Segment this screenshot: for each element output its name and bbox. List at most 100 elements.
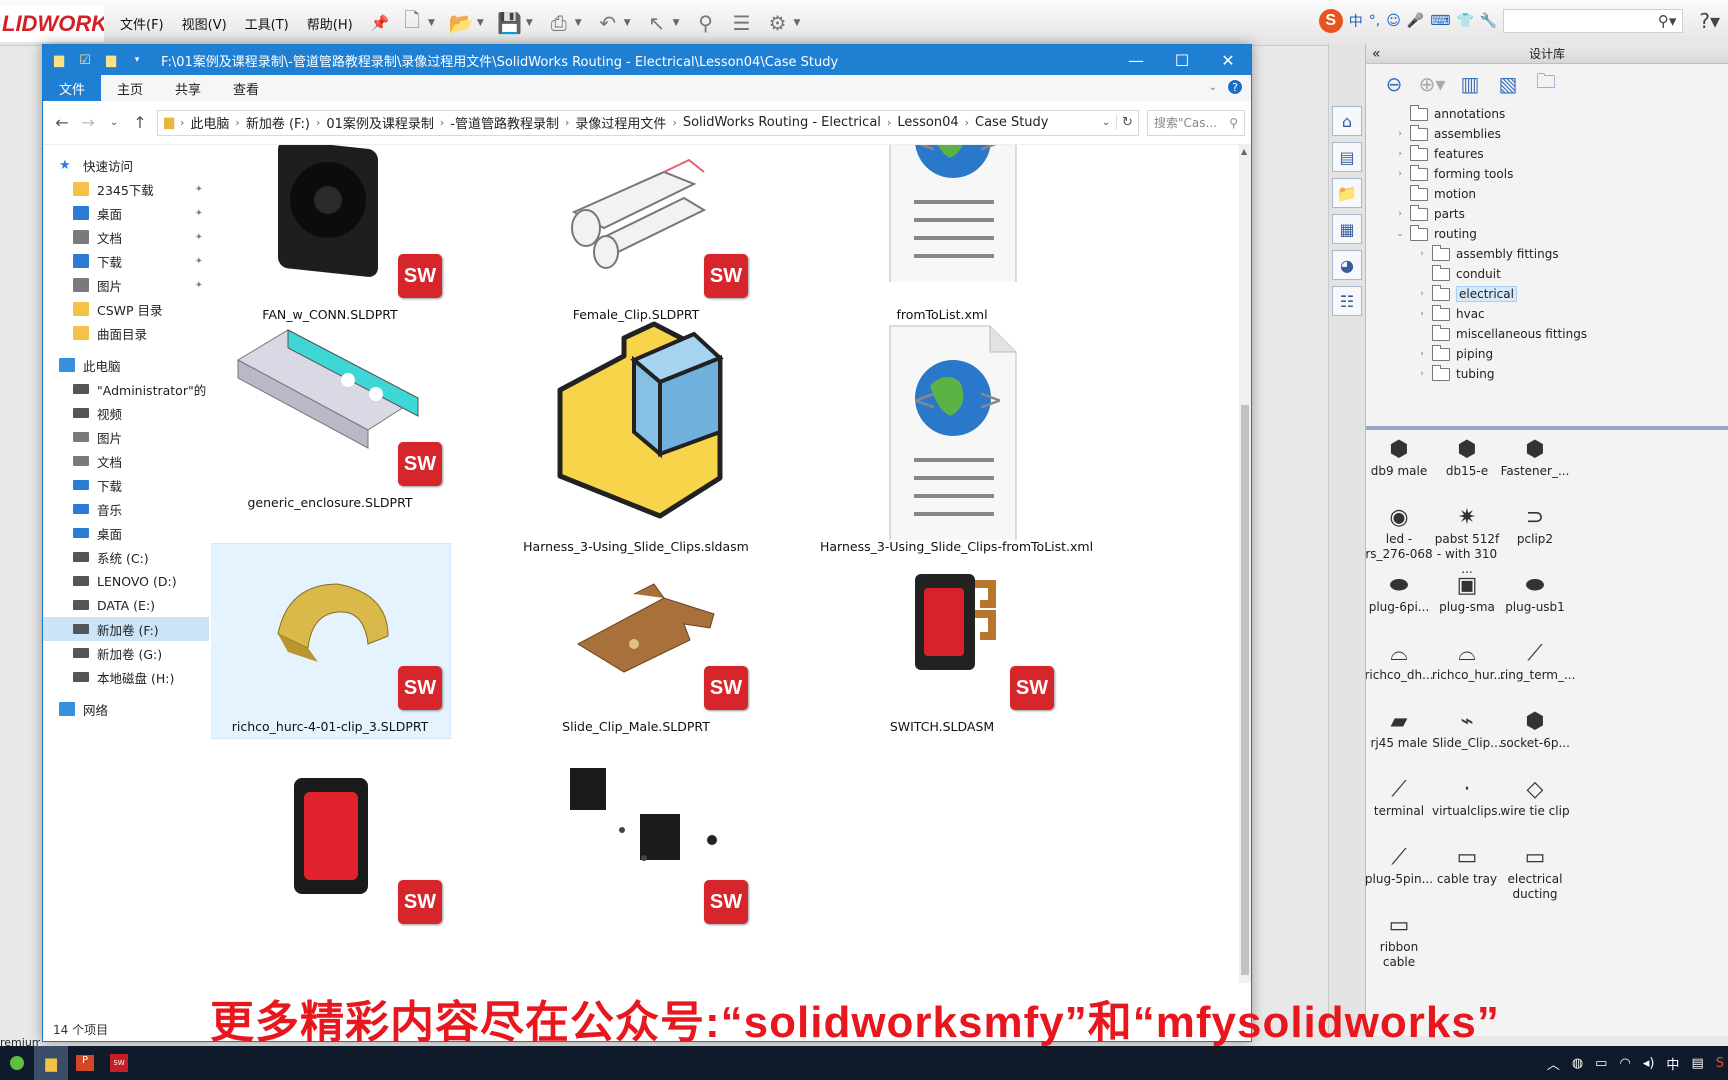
nav-pc-item[interactable]: 文档 [43,449,209,473]
chevron-down-icon[interactable]: ⌄ [1394,229,1406,239]
appearances-icon[interactable]: ◕ [1332,250,1362,280]
design-library-icon[interactable]: 📁 [1332,178,1362,208]
breadcrumb-separator[interactable]: › [235,116,239,129]
library-item[interactable]: ▭ ribbon cable [1366,910,1434,976]
open-icon[interactable]: 📂 [447,9,475,37]
search-input[interactable]: ⚲▾ [1503,9,1684,33]
library-tree-node[interactable]: › electrical [1366,284,1728,304]
file-properties-icon[interactable]: ☰ [728,9,756,37]
nav-pc-item[interactable]: 本地磁盘 (H:) [43,665,209,689]
tab-file[interactable]: 文件 [43,75,102,101]
nav-quick-item[interactable]: 2345下载 ✦ [43,177,209,201]
library-item[interactable]: ⬢ socket-6p... [1500,706,1570,772]
chevron-right-icon[interactable]: › [1394,129,1406,139]
chevron-right-icon[interactable]: › [1416,369,1428,379]
breadcrumb-item[interactable]: Lesson04 [897,115,958,130]
new-folder-icon[interactable]: ▆ [103,52,119,68]
library-item[interactable]: ▣ plug-sma [1432,570,1502,636]
nav-quick-item[interactable]: 曲面目录 [43,321,209,345]
library-tree-node[interactable]: › features [1366,144,1728,164]
gear-icon[interactable]: ⚙ [764,9,792,37]
library-item[interactable]: · virtualclips... [1432,774,1509,840]
library-tree-node[interactable]: ⌄ routing [1366,224,1728,244]
library-item[interactable]: ▰ rj45 male [1366,706,1434,772]
volume-icon[interactable]: ◂) [1643,1056,1655,1071]
file-item[interactable]: SW generic_enclosure.SLDPRT [211,319,451,515]
library-item[interactable]: ⌓ richco_hur... [1432,638,1505,704]
scroll-up-icon[interactable]: ▲ [1241,147,1247,156]
pin-icon[interactable]: ✦ [195,232,203,243]
breadcrumb-separator[interactable]: › [887,116,891,129]
nav-this-pc[interactable]: 此电脑 [43,353,209,377]
file-item[interactable]: Harness_3-Using_Slide_Clips.sldasm [513,319,757,559]
nav-pc-item[interactable]: 图片 [43,425,209,449]
library-tree-node[interactable]: › assembly fittings [1366,244,1728,264]
undo-icon[interactable]: ↶ [594,9,622,37]
chevron-down-icon[interactable]: ▼ [575,18,582,28]
menu-tools[interactable]: 工具(T) [245,14,289,33]
file-item[interactable]: SW richco_hurc-4-01-clip_3.SLDPRT [211,543,451,739]
nav-network[interactable]: 网络 [43,697,209,721]
file-item[interactable]: SW FAN_w_CONN.SLDPRT [211,145,451,327]
file-item[interactable]: SW [513,757,757,953]
nav-quick-item[interactable]: CSWP 目录 [43,297,209,321]
tray-app-icon[interactable]: ◍ [1572,1056,1583,1071]
emoji-icon[interactable]: ☺ [1386,13,1401,29]
menu-file[interactable]: 文件(F) [120,14,164,33]
file-item[interactable]: < > Harness_3-Using_Slide_Clips-fromToList… [819,319,1093,559]
breadcrumb-item[interactable]: 此电脑 [190,113,229,132]
chevron-right-icon[interactable]: › [1394,149,1406,159]
library-item[interactable]: ⌓ richco_dh... [1366,638,1434,704]
wrench-icon[interactable]: 🔧 [1480,13,1497,29]
breadcrumb-item[interactable]: Case Study [975,115,1048,130]
up-arrow-icon[interactable]: ↑ [127,113,153,132]
show-hidden-icons-icon[interactable]: ︿ [1547,1054,1560,1073]
ime-punct[interactable]: °, [1369,13,1380,29]
breadcrumb-separator[interactable]: › [565,116,569,129]
library-item[interactable]: ⬢ db9 male [1366,434,1434,500]
recent-locations-icon[interactable]: ⌄ [101,117,127,128]
library-tree-node[interactable]: motion [1366,184,1728,204]
skin-icon[interactable]: 👕 [1456,13,1473,29]
breadcrumb-item[interactable]: SolidWorks Routing - Electrical [683,115,881,130]
breadcrumb-separator[interactable]: › [672,116,676,129]
maximize-icon[interactable]: ☐ [1159,45,1205,75]
address-bar[interactable]: ▆ › 此电脑 › 新加卷 (F:) › 01案例及课程录制 › -管道管路教程录制 ›… [157,109,1139,136]
close-icon[interactable]: ✕ [1205,45,1251,75]
menu-view[interactable]: 视图(V) [182,14,227,33]
nav-quick-item[interactable]: 图片 ✦ [43,273,209,297]
library-item[interactable]: ⬢ db15-e [1432,434,1502,500]
solidworks-taskbar-icon[interactable]: SW [102,1046,136,1080]
chevron-down-icon[interactable]: ▼ [477,18,484,28]
nav-quick-item[interactable]: 桌面 ✦ [43,201,209,225]
chevron-down-icon[interactable]: ▼ [624,18,631,28]
library-item[interactable]: ⟋ plug-5pin... [1366,842,1434,908]
expand-ribbon-icon[interactable]: ⌄ [1209,82,1217,93]
nav-pc-item[interactable]: 音乐 [43,497,209,521]
forward-arrow-icon[interactable]: → [75,113,101,132]
breadcrumb-item[interactable]: 01案例及课程录制 [326,113,434,132]
library-item[interactable]: ⬬ plug-6pi... [1366,570,1434,636]
library-tree-node[interactable]: › hvac [1366,304,1728,324]
refresh-icon[interactable]: ↻ [1116,115,1138,130]
library-item[interactable]: ⊃ pclip2 [1500,502,1570,568]
nav-quick-item[interactable]: 文档 ✦ [43,225,209,249]
breadcrumb-separator[interactable]: › [316,116,320,129]
library-tree-node[interactable]: › forming tools [1366,164,1728,184]
resources-icon[interactable]: ▤ [1332,142,1362,172]
library-item[interactable]: ◉ led - rs_276-068 [1366,502,1434,568]
library-tree-node[interactable]: › parts [1366,204,1728,224]
nav-pc-item[interactable]: LENOVO (D:) [43,569,209,593]
chevron-right-icon[interactable]: › [1394,209,1406,219]
forward-icon[interactable]: ⊕▾ [1418,70,1446,98]
tab-share[interactable]: 共享 [159,75,218,101]
file-item[interactable]: <>fromToList.xml [819,145,1063,327]
chevron-right-icon[interactable]: › [1416,289,1428,299]
rebuild-icon[interactable]: ⚲ [692,9,720,37]
breadcrumb-item[interactable]: -管道管路教程录制 [450,113,559,132]
library-tree-node[interactable]: annotations [1366,104,1728,124]
menu-help[interactable]: 帮助(H) [307,14,353,33]
sogou-ime-icon[interactable]: S [1318,9,1343,33]
add-to-library-icon[interactable]: ▥ [1456,70,1484,98]
chevron-down-icon[interactable]: ▼ [526,18,533,28]
